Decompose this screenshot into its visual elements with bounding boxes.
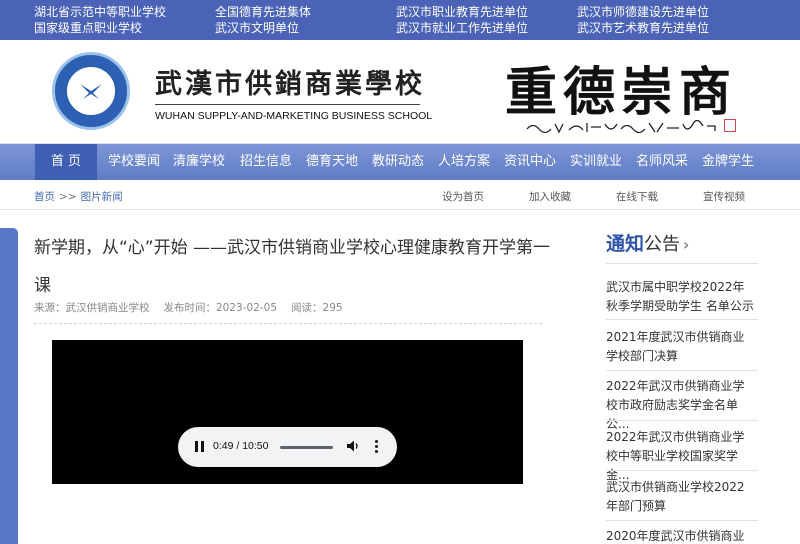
side-tab[interactable] bbox=[0, 228, 18, 544]
main-nav: 首 页 学校要闻 清廉学校 招生信息 德育天地 教研动态 人培方案 资讯中心 实… bbox=[0, 144, 800, 180]
pause-icon[interactable] bbox=[195, 441, 204, 452]
article-source: 来源：武汉供销商业学校 bbox=[34, 302, 150, 314]
nav-item-home[interactable]: 首 页 bbox=[35, 144, 97, 180]
divider bbox=[606, 263, 758, 264]
honor-text: 武汉市文明单位 bbox=[215, 21, 300, 35]
notice-title: 公告 bbox=[644, 234, 681, 255]
breadcrumb-home[interactable]: 首页 bbox=[34, 191, 55, 203]
breadcrumb-bar: 首页 >> 图片新闻 设为首页 加入收藏 在线下载 宣传视频 bbox=[0, 180, 800, 210]
seal-stamp bbox=[724, 119, 736, 132]
divider bbox=[155, 104, 420, 105]
honor-text: 武汉市职业教育先进单位 bbox=[396, 5, 529, 19]
article-date: 发布时间：2023-02-05 bbox=[163, 302, 278, 314]
nav-item-teachers[interactable]: 名师风采 bbox=[636, 144, 688, 180]
divider bbox=[606, 470, 758, 471]
honor-text: 湖北省示范中等职业学校 bbox=[34, 5, 167, 19]
volume-icon[interactable] bbox=[346, 439, 360, 453]
divider bbox=[606, 420, 758, 421]
honor-bar: 湖北省示范中等职业学校 国家级重点职业学校 全国德育先进集体 武汉市文明单位 武… bbox=[0, 0, 800, 40]
article-views: 阅读：295 bbox=[291, 302, 343, 314]
nav-item-practice-employment[interactable]: 实训就业 bbox=[570, 144, 622, 180]
notice-item[interactable]: 2022年武汉市供销商业学校市政府励志奖学金名单公... bbox=[606, 377, 756, 434]
school-motto: 重德崇商 bbox=[505, 62, 738, 123]
school-name-english: WUHAN SUPPLY-AND-MARKETING BUSINESS SCHO… bbox=[155, 110, 433, 122]
school-logo[interactable] bbox=[52, 52, 130, 130]
honor-text: 武汉市就业工作先进单位 bbox=[396, 21, 529, 35]
school-name: 武漢市供銷商業學校 bbox=[155, 69, 425, 100]
seek-bar[interactable] bbox=[280, 446, 333, 449]
nav-item-training-plan[interactable]: 人培方案 bbox=[438, 144, 490, 180]
notice-heading[interactable]: 通知公告 › bbox=[606, 229, 689, 256]
notice-item[interactable]: 2020年度武汉市供销商业学 bbox=[606, 527, 756, 544]
calligraphy-signature bbox=[526, 120, 716, 134]
set-homepage-link[interactable]: 设为首页 bbox=[442, 189, 484, 204]
honor-text: 全国德育先进集体 bbox=[215, 5, 312, 19]
honor-text: 国家级重点职业学校 bbox=[34, 21, 143, 35]
honor-column: 湖北省示范中等职业学校 国家级重点职业学校 bbox=[34, 4, 166, 36]
nav-item-clean-school[interactable]: 清廉学校 bbox=[173, 144, 225, 180]
divider bbox=[606, 370, 758, 371]
article-title: 新学期，从“心”开始 ——武汉市供销商业学校心理健康教育开学第一课 bbox=[34, 238, 551, 296]
notice-item[interactable]: 武汉市供销商业学校2022年部门预算 bbox=[606, 478, 756, 516]
nav-item-teaching-research[interactable]: 教研动态 bbox=[372, 144, 424, 180]
logo-emblem bbox=[65, 65, 117, 117]
notice-item[interactable]: 武汉市属中职学校2022年秋季学期受助学生 名单公示 bbox=[606, 278, 756, 316]
divider bbox=[34, 323, 542, 324]
breadcrumb: 首页 >> 图片新闻 bbox=[34, 189, 123, 204]
download-link[interactable]: 在线下载 bbox=[616, 189, 658, 204]
logo-wing-icon bbox=[80, 84, 102, 99]
breadcrumb-separator: >> bbox=[59, 191, 77, 203]
honor-column: 武汉市师德建设先进单位 武汉市艺术教育先进单位 bbox=[577, 4, 709, 36]
breadcrumb-current[interactable]: 图片新闻 bbox=[81, 191, 123, 203]
notice-title-accent: 通知 bbox=[606, 233, 645, 255]
notice-item[interactable]: 2022年武汉市供销商业学校中等职业学校国家奖学金... bbox=[606, 428, 756, 485]
nav-item-info-center[interactable]: 资讯中心 bbox=[504, 144, 556, 180]
chevron-right-icon: › bbox=[683, 235, 690, 254]
honor-text: 武汉市师德建设先进单位 bbox=[577, 5, 710, 19]
divider bbox=[606, 520, 758, 521]
divider bbox=[606, 319, 758, 320]
honor-column: 全国德育先进集体 武汉市文明单位 bbox=[215, 4, 311, 36]
promo-video-link[interactable]: 宣传视频 bbox=[703, 189, 745, 204]
article-meta: 来源：武汉供销商业学校 发布时间：2023-02-05 阅读：295 bbox=[34, 300, 357, 315]
nav-item-moral-education[interactable]: 德育天地 bbox=[306, 144, 358, 180]
more-options-icon[interactable] bbox=[375, 439, 379, 453]
add-favorite-link[interactable]: 加入收藏 bbox=[529, 189, 571, 204]
notice-item[interactable]: 2021年度武汉市供销商业学校部门决算 bbox=[606, 328, 756, 366]
nav-item-admissions[interactable]: 招生信息 bbox=[240, 144, 292, 180]
honor-column: 武汉市职业教育先进单位 武汉市就业工作先进单位 bbox=[396, 4, 528, 36]
site-header: 武漢市供銷商業學校 WUHAN SUPPLY-AND-MARKETING BUS… bbox=[0, 40, 800, 144]
honor-text: 武汉市艺术教育先进单位 bbox=[577, 21, 710, 35]
nav-item-top-students[interactable]: 金牌学生 bbox=[702, 144, 754, 180]
nav-item-school-news[interactable]: 学校要闻 bbox=[108, 144, 160, 180]
playback-time: 0:49 / 10:50 bbox=[213, 440, 269, 452]
